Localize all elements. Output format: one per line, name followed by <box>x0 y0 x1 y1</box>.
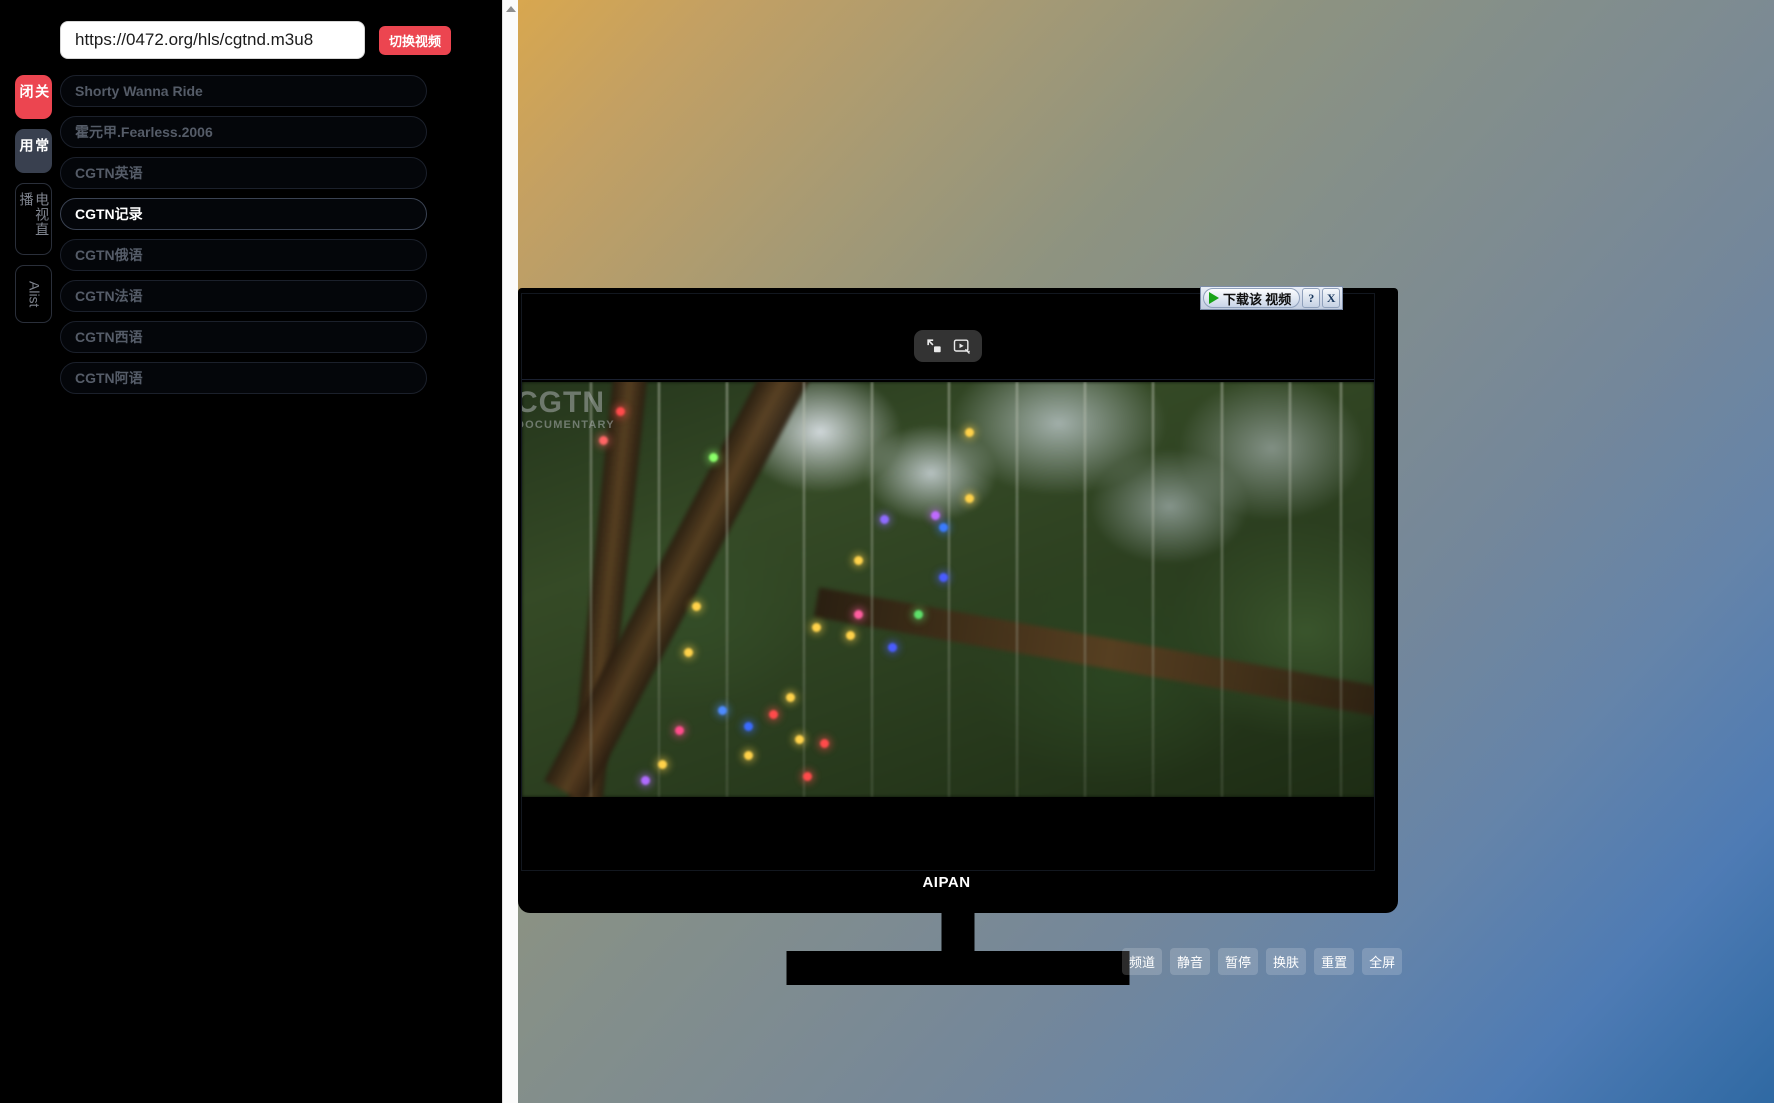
close-button[interactable]: X <box>1322 288 1341 308</box>
monitor-stand-neck <box>941 913 975 953</box>
vertical-tab-strip: 关闭常用电视直播 Alist <box>15 75 52 323</box>
channel-item[interactable]: CGTN记录 <box>60 198 427 230</box>
video-capture-icon[interactable] <box>952 336 972 356</box>
light-strand <box>658 382 661 797</box>
channel-label: CGTN阿语 <box>75 370 143 386</box>
channel-label: CGTN英语 <box>75 165 143 181</box>
channel-label: CGTN记录 <box>75 206 143 222</box>
channel-panel: 切换视频 关闭常用电视直播 Alist Shorty Wanna Ride 霍元甲.… <box>0 0 502 1103</box>
light-strand <box>948 382 950 797</box>
tab-3[interactable]: Alist <box>15 265 52 323</box>
skin-button-0[interactable]: 频道 <box>1122 948 1163 975</box>
skin-button-2[interactable]: 暂停 <box>1218 948 1259 975</box>
light-strand <box>803 382 806 797</box>
download-video-label: 下载该 视频 <box>1223 291 1292 307</box>
tab-label: 电视直播 <box>18 192 51 237</box>
tab-2[interactable]: 电视直播 <box>15 183 52 255</box>
light-strand <box>1220 382 1223 797</box>
skin-button-5[interactable]: 全屏 <box>1362 948 1403 975</box>
tab-1[interactable]: 常用 <box>15 129 52 173</box>
channel-item[interactable]: CGTN俄语 <box>60 239 427 271</box>
fairy-light <box>811 622 821 632</box>
channel-item[interactable]: Shorty Wanna Ride <box>60 75 427 107</box>
tab-0[interactable]: 关闭 <box>15 75 52 119</box>
player-floating-controls <box>914 330 982 362</box>
fairy-light <box>658 759 668 769</box>
fairy-light <box>930 510 940 520</box>
fairy-light <box>743 722 753 732</box>
channel-label: CGTN西语 <box>75 329 143 345</box>
monitor-mockup: CGTN DOCUMENTARY AIPAN <box>518 288 1398 985</box>
download-video-widget[interactable]: 下载该 视频 ? X <box>1200 286 1344 310</box>
channel-item[interactable]: CGTN阿语 <box>60 362 427 394</box>
player-skin-controls: 频道 静音 暂停 换肤 重置 全屏 <box>1122 948 1403 975</box>
channel-label: CGTN法语 <box>75 288 143 304</box>
channel-item[interactable]: CGTN西语 <box>60 321 427 353</box>
video-player[interactable]: CGTN DOCUMENTARY <box>521 293 1375 871</box>
tab-label: Alist <box>26 280 43 308</box>
light-strand <box>1016 382 1019 797</box>
fairy-light <box>769 709 779 719</box>
light-strand <box>590 382 593 797</box>
scroll-up-arrow-icon[interactable] <box>506 6 516 12</box>
channel-label: CGTN俄语 <box>75 247 143 263</box>
channel-label: Shorty Wanna Ride <box>75 83 203 99</box>
fairy-light <box>965 494 975 504</box>
app-root: 切换视频 关闭常用电视直播 Alist Shorty Wanna Ride 霍元甲.… <box>0 0 1774 1103</box>
url-bar: 切换视频 <box>60 21 452 59</box>
light-strand <box>726 382 729 797</box>
switch-video-button[interactable]: 切换视频 <box>379 25 452 55</box>
monitor-stand-base <box>786 951 1130 985</box>
fairy-light <box>845 631 855 640</box>
channel-item[interactable]: CGTN法语 <box>60 280 427 312</box>
fairy-light <box>598 435 608 445</box>
page-scrollbar[interactable] <box>502 0 518 1103</box>
skin-button-1[interactable]: 静音 <box>1170 948 1211 975</box>
skin-button-4[interactable]: 重置 <box>1314 948 1355 975</box>
tab-label: 常用 <box>18 138 51 153</box>
light-strand <box>871 382 874 797</box>
video-frame[interactable]: CGTN DOCUMENTARY <box>522 382 1374 797</box>
tab-label: 关闭 <box>18 84 51 99</box>
monitor-brand-label: AIPAN <box>922 874 971 891</box>
light-strand <box>1339 382 1342 797</box>
fairy-light <box>683 647 693 657</box>
picture-in-picture-icon[interactable] <box>924 336 944 356</box>
fairy-light <box>615 406 625 416</box>
light-strand <box>1288 382 1291 797</box>
channel-label: 霍元甲.Fearless.2006 <box>75 124 213 140</box>
skin-button-3[interactable]: 换肤 <box>1266 948 1307 975</box>
fairy-light <box>743 751 753 761</box>
fairy-light <box>794 734 804 744</box>
channel-item[interactable]: CGTN英语 <box>60 157 427 189</box>
fairy-light <box>717 705 727 715</box>
video-url-input[interactable] <box>60 21 365 59</box>
play-triangle-icon <box>1209 292 1219 304</box>
fairy-light <box>965 427 975 437</box>
help-button[interactable]: ? <box>1302 288 1321 308</box>
fairy-light <box>709 452 719 462</box>
light-strand <box>1084 382 1087 797</box>
light-strand <box>1152 382 1155 797</box>
fairy-light <box>879 514 889 524</box>
download-video-button[interactable]: 下载该 视频 <box>1203 288 1301 308</box>
channel-list: Shorty Wanna Ride 霍元甲.Fearless.2006 CGTN英语… <box>60 75 427 394</box>
channel-item[interactable]: 霍元甲.Fearless.2006 <box>60 116 427 148</box>
player-bottom-letterbox <box>522 797 1374 870</box>
